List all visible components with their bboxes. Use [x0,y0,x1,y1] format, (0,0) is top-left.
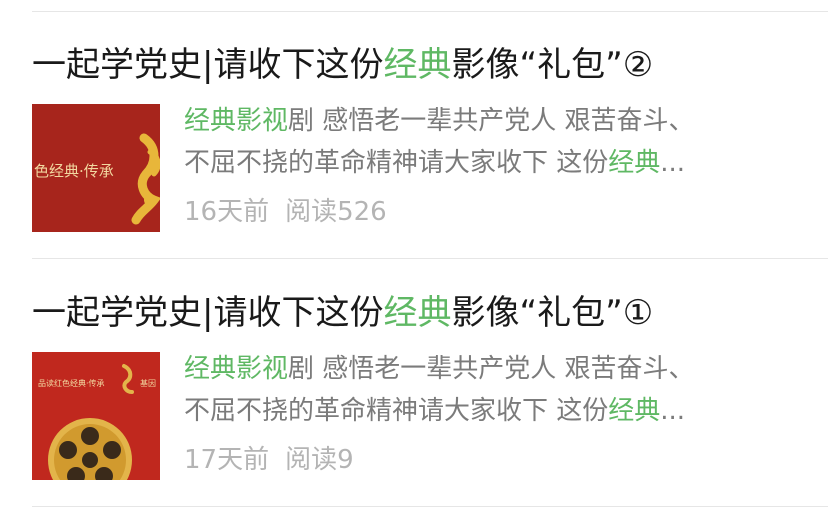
thumbnail-image: 品读红色经典·传承 基因 [32,352,160,480]
snippet-highlight: 经典 [608,148,661,178]
article-meta: 17天前 阅读9 [184,442,354,478]
thumbnail-image: 色经典·传承 [32,104,160,232]
snippet-ellipsis: ... [660,148,686,178]
article-snippet: 经典影视剧 感悟老一辈共产党人 艰苦奋斗、 不屈不挠的革命精神请大家收下 这份经… [184,100,774,184]
article-item[interactable]: 一起学党史|请收下这份经典影像“礼包”① 品读红色经典·传承 基因 经典影视剧 … [0,248,828,496]
publish-time: 16天前 [184,197,270,227]
article-thumbnail[interactable]: 品读红色经典·传承 基因 [32,352,160,480]
snippet-line: 经典影视剧 感悟老一辈共产党人 艰苦奋斗、 [184,100,774,142]
read-count: 阅读526 [285,197,387,227]
snippet-text: 剧 感悟老一辈共产党人 艰苦奋斗、 [288,354,695,384]
snippet-line: 不屈不挠的革命精神请大家收下 这份经典... [184,390,774,432]
article-thumbnail[interactable]: 色经典·传承 [32,104,160,232]
thumbnail-text: 品读红色经典·传承 [38,378,105,388]
title-prefix: 一起学党史|请收下这份 [32,45,384,85]
read-count: 阅读9 [285,445,354,475]
title-suffix: 影像“礼包”② [451,45,654,85]
thumbnail-text-right: 基因 [140,378,156,388]
snippet-ellipsis: ... [660,396,686,426]
snippet-text: 剧 感悟老一辈共产党人 艰苦奋斗、 [288,106,695,136]
bottom-divider [32,506,828,507]
article-snippet: 经典影视剧 感悟老一辈共产党人 艰苦奋斗、 不屈不挠的革命精神请大家收下 这份经… [184,348,774,432]
publish-time: 17天前 [184,445,270,475]
title-highlight: 经典 [383,45,452,85]
snippet-line: 不屈不挠的革命精神请大家收下 这份经典... [184,142,774,184]
thumbnail-text: 色经典·传承 [34,162,114,180]
snippet-line: 经典影视剧 感悟老一辈共产党人 艰苦奋斗、 [184,348,774,390]
title-prefix: 一起学党史|请收下这份 [32,293,384,333]
title-suffix: 影像“礼包”① [451,293,654,333]
snippet-highlight: 经典影视 [184,354,289,384]
article-title[interactable]: 一起学党史|请收下这份经典影像“礼包”② [32,42,653,88]
article-meta: 16天前 阅读526 [184,194,387,230]
snippet-text: 不屈不挠的革命精神请大家收下 这份 [184,396,609,426]
snippet-text: 不屈不挠的革命精神请大家收下 这份 [184,148,609,178]
snippet-highlight: 经典影视 [184,106,289,136]
article-title[interactable]: 一起学党史|请收下这份经典影像“礼包”① [32,290,653,336]
title-highlight: 经典 [383,293,452,333]
snippet-highlight: 经典 [608,396,661,426]
article-item[interactable]: 一起学党史|请收下这份经典影像“礼包”② 色经典·传承 经典影视剧 感悟老一辈共… [0,0,828,248]
